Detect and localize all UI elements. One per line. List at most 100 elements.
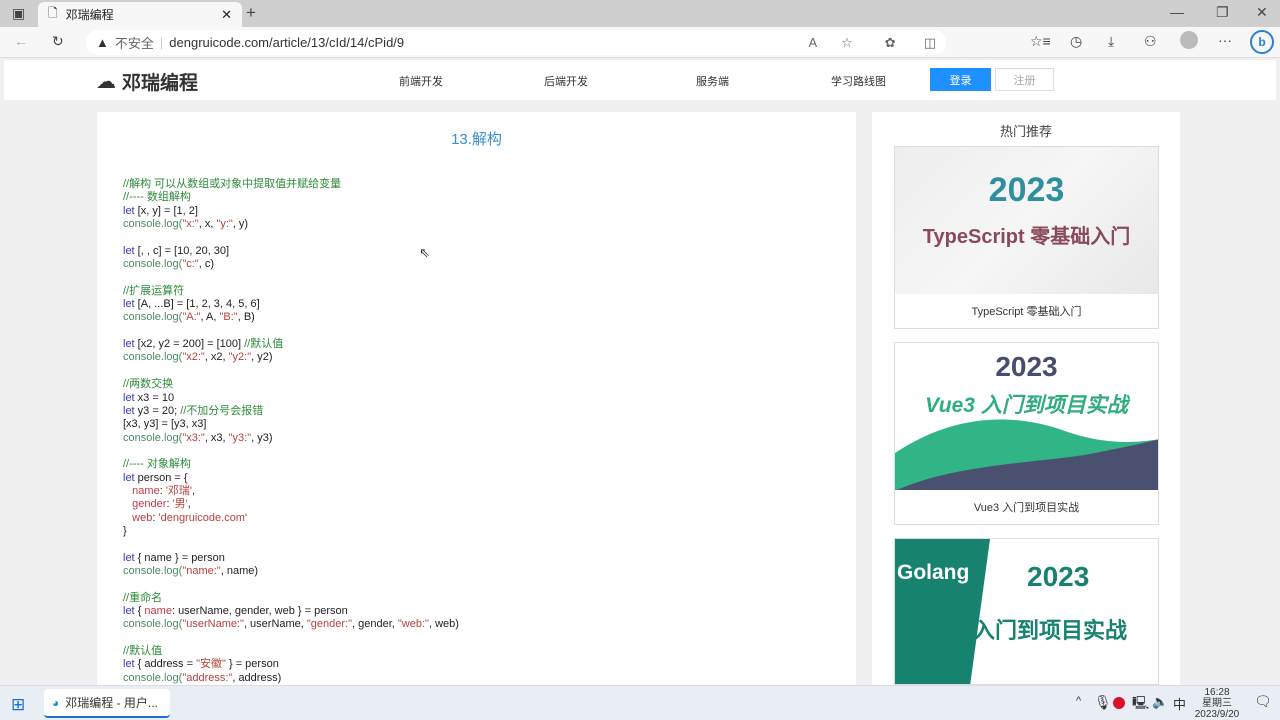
banner-year: 2023 xyxy=(988,171,1065,209)
code-token: let xyxy=(123,404,135,417)
nav-roadmap[interactable]: 学习路线图 xyxy=(831,73,886,89)
close-tab-icon[interactable]: ✕ xyxy=(221,7,232,23)
course-card-vue3[interactable]: 2023 Vue3 入门到项目实战 Vue3 入门到项目实战 xyxy=(894,342,1159,525)
address-bar[interactable]: ▲ 不安全 | dengruicode.com/article/13/cId/1… xyxy=(86,30,946,55)
code-line: //扩展运算符 xyxy=(123,285,459,298)
downloads-icon[interactable]: ⤓ xyxy=(1108,33,1114,50)
page-icon: 🗋 xyxy=(48,6,58,20)
performance-icon[interactable]: ⚇ xyxy=(1144,33,1157,50)
edge-icon: ◕ xyxy=(52,695,60,710)
code-token: //解构 可以从数组或对象中提取值并赋给变量 xyxy=(123,178,342,190)
article-title: 13.解构 xyxy=(451,131,502,148)
banner-year: 2023 xyxy=(1027,561,1090,592)
wave-graphic xyxy=(895,419,1158,490)
code-line: let x3 = 10 xyxy=(123,392,459,405)
course-card-typescript[interactable]: 2023 TypeScript 零基础入门 TypeScript 零基础入门 xyxy=(894,146,1159,329)
favorites-icon[interactable]: ☆≡ xyxy=(1030,33,1051,50)
code-token: //默认值 xyxy=(123,645,163,658)
course-card-golang[interactable]: Golang 2023 入门到项目实战 xyxy=(894,538,1159,685)
split-screen-icon[interactable]: ◫ xyxy=(924,35,936,51)
code-line: gender: '男', xyxy=(123,498,459,511)
record-icon[interactable] xyxy=(1113,697,1125,709)
code-token: console.log( xyxy=(123,564,183,577)
code-line: [x3, y3] = [y3, x3] xyxy=(123,418,459,431)
bing-icon[interactable]: b xyxy=(1250,30,1274,54)
favorite-star-icon[interactable]: ☆ xyxy=(841,35,853,51)
read-aloud-icon[interactable]: A xyxy=(808,35,817,50)
extensions-icon[interactable]: ✿ xyxy=(885,35,896,51)
divider: | xyxy=(159,35,164,50)
restore-icon[interactable]: ❐ xyxy=(1216,4,1229,21)
taskbar: ⊞ ◕ 邓瑞编程 - 用户... ^ 🎙 🖳 🔈 中 16:28 星期三 202… xyxy=(0,685,1280,720)
warning-icon: ▲ xyxy=(96,35,109,50)
close-window-icon[interactable]: ✕ xyxy=(1256,4,1268,21)
minimize-icon[interactable]: — xyxy=(1170,4,1184,20)
code-token: } xyxy=(123,524,127,537)
code-line: } xyxy=(123,525,459,538)
code-token: gender xyxy=(132,498,167,511)
history-icon[interactable]: ◷ xyxy=(1070,33,1082,50)
login-button[interactable]: 登录 xyxy=(930,68,991,91)
code-token: let xyxy=(123,658,135,671)
network-icon[interactable]: 🖳 xyxy=(1132,694,1149,716)
banner-title: TypeScript 零基础入门 xyxy=(922,226,1131,248)
clock[interactable]: 16:28 星期三 2023/9/20 xyxy=(1190,687,1244,720)
back-icon[interactable]: ← xyxy=(14,33,28,49)
code-line: console.log("c:", c) xyxy=(123,258,459,271)
code-token: "y2:" xyxy=(228,351,252,364)
start-icon[interactable]: ⊞ xyxy=(11,695,25,715)
cloud-icon: ☁ xyxy=(96,71,116,93)
profile-avatar[interactable] xyxy=(1180,31,1198,49)
url-text[interactable]: dengruicode.com/article/13/cId/14/cPid/9 xyxy=(169,35,404,50)
security-label: 不安全 xyxy=(114,36,154,51)
nav-frontend[interactable]: 前端开发 xyxy=(399,73,443,89)
code-token: , B) xyxy=(237,311,255,324)
code-token: [x, y] = [1, 2] xyxy=(134,204,198,217)
code-line: web: 'dengruicode.com' xyxy=(123,512,459,525)
code-token: "gender:" xyxy=(306,618,353,631)
code-line: let [x2, y2 = 200] = [100] //默认值 xyxy=(123,338,459,351)
new-tab-icon[interactable]: + xyxy=(246,3,256,23)
code-token: web xyxy=(132,511,153,524)
site-logo[interactable]: ☁ 邓瑞编程 xyxy=(96,68,198,95)
course-caption: Vue3 入门到项目实战 xyxy=(973,502,1080,514)
browser-tab[interactable]: 🗋 邓瑞编程 ✕ xyxy=(38,2,242,27)
code-token: "y:" xyxy=(216,218,233,231)
code-token: , y) xyxy=(232,218,249,231)
microphone-icon[interactable]: 🎙 xyxy=(1094,694,1112,711)
code-line: let y3 = 20; //不加分号会报错 xyxy=(123,405,459,418)
nav-backend[interactable]: 后端开发 xyxy=(544,73,588,89)
code-token: "address:" xyxy=(182,671,233,684)
taskbar-app-edge[interactable]: ◕ 邓瑞编程 - 用户... xyxy=(44,689,170,718)
code-token: let xyxy=(123,244,135,257)
code-line: let { name } = person xyxy=(123,552,459,565)
code-token: , y3) xyxy=(251,431,273,444)
more-icon[interactable]: ··· xyxy=(1218,32,1232,48)
code-token: let xyxy=(123,605,135,617)
code-token: [, , c] = [10, 20, 30] xyxy=(134,244,230,257)
code-line: //两数交换 xyxy=(123,378,459,391)
code-token: "x3:" xyxy=(182,431,205,444)
code-token: } = person xyxy=(225,658,279,671)
tab-actions-icon[interactable]: ▣ xyxy=(12,5,25,22)
volume-icon[interactable]: 🔈 xyxy=(1152,694,1168,710)
refresh-icon[interactable]: ↻ xyxy=(52,33,64,50)
banner-year: 2023 xyxy=(995,351,1058,382)
ime-indicator[interactable]: 中 xyxy=(1173,694,1186,713)
clock-weekday: 星期三 xyxy=(1202,698,1232,709)
code-line: let { name: userName, gender, web } = pe… xyxy=(123,605,459,618)
notifications-icon[interactable]: 🗨 xyxy=(1254,693,1272,710)
code-line: //---- 数组解构 xyxy=(123,191,459,204)
tray-chevron-icon[interactable]: ^ xyxy=(1076,695,1081,707)
code-token: "c:" xyxy=(182,258,199,271)
nav-server[interactable]: 服务端 xyxy=(696,73,729,89)
code-token: , xyxy=(192,484,196,497)
code-line: console.log("x2:", x2, "y2:", y2) xyxy=(123,351,459,364)
code-line: //重命名 xyxy=(123,592,459,605)
code-token: //两数交换 xyxy=(123,378,174,391)
register-button[interactable]: 注册 xyxy=(995,68,1054,91)
code-line: console.log("name:", name) xyxy=(123,565,459,578)
